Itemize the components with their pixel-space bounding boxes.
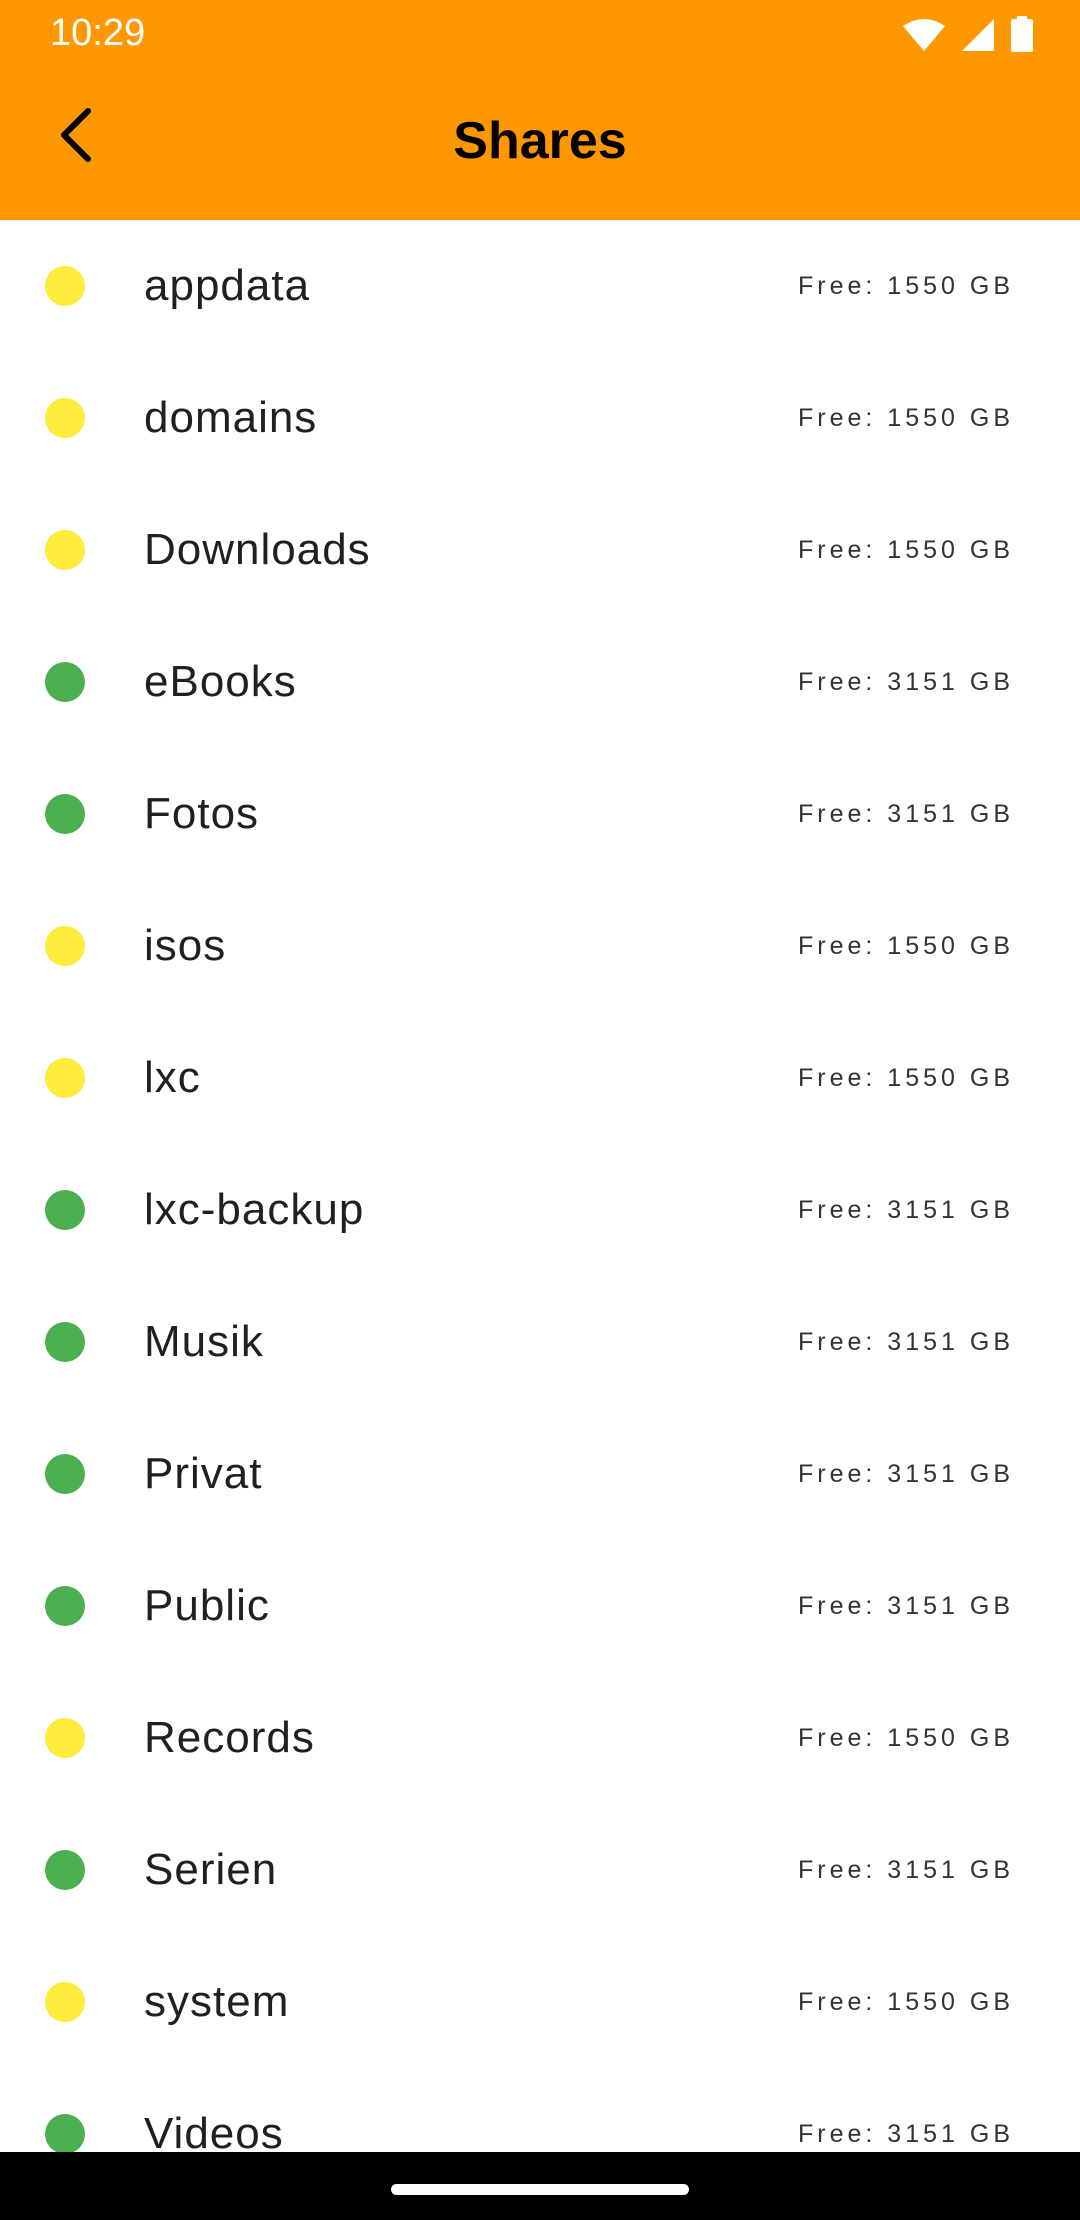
share-free-space: Free: 1550 GB [798, 932, 1014, 960]
share-status-dot [45, 1322, 85, 1362]
share-name: eBooks [144, 657, 297, 706]
share-list-item[interactable]: lxc Free: 1550 GB [0, 1012, 1080, 1144]
share-status-dot [45, 1454, 85, 1494]
share-list-item[interactable]: Downloads Free: 1550 GB [0, 484, 1080, 616]
share-status-dot [45, 926, 85, 966]
share-name: Fotos [144, 789, 260, 838]
share-free-space: Free: 1550 GB [798, 1988, 1014, 2016]
app-bar: 10:29 Shares [0, 0, 1080, 220]
share-name: Serien [144, 1845, 278, 1894]
share-free-space: Free: 3151 GB [798, 1592, 1014, 1620]
share-status-dot [45, 398, 85, 438]
share-name: Privat [144, 1449, 263, 1498]
share-status-dot [45, 1982, 85, 2022]
share-list-item[interactable]: Privat Free: 3151 GB [0, 1408, 1080, 1540]
page-title: Shares [453, 112, 627, 170]
share-list-item[interactable]: lxc-backup Free: 3151 GB [0, 1144, 1080, 1276]
share-free-space: Free: 3151 GB [798, 800, 1014, 828]
share-list-item[interactable]: Public Free: 3151 GB [0, 1540, 1080, 1672]
share-name: lxc [144, 1053, 201, 1102]
share-name: domains [144, 393, 318, 442]
share-list-item[interactable]: Serien Free: 3151 GB [0, 1804, 1080, 1936]
share-name: Public [144, 1581, 270, 1630]
share-name: isos [144, 921, 227, 970]
share-free-space: Free: 1550 GB [798, 1064, 1014, 1092]
cellular-signal-icon [960, 18, 996, 52]
share-name: system [144, 1977, 290, 2026]
share-list-item[interactable]: isos Free: 1550 GB [0, 880, 1080, 1012]
share-free-space: Free: 3151 GB [798, 668, 1014, 696]
share-free-space: Free: 3151 GB [798, 1460, 1014, 1488]
share-free-space: Free: 3151 GB [798, 1856, 1014, 1884]
battery-icon [1010, 16, 1034, 52]
share-list-item[interactable]: Records Free: 1550 GB [0, 1672, 1080, 1804]
status-bar: 10:29 [0, 0, 1080, 66]
share-status-dot [45, 1190, 85, 1230]
share-list-item[interactable]: appdata Free: 1550 GB [0, 220, 1080, 352]
share-free-space: Free: 1550 GB [798, 536, 1014, 564]
share-free-space: Free: 3151 GB [798, 1196, 1014, 1224]
status-icons [902, 14, 1034, 52]
share-list-item[interactable]: domains Free: 1550 GB [0, 352, 1080, 484]
share-status-dot [45, 1718, 85, 1758]
share-status-dot [45, 794, 85, 834]
share-status-dot [45, 530, 85, 570]
share-free-space: Free: 1550 GB [798, 272, 1014, 300]
share-name: appdata [144, 261, 311, 310]
share-name: lxc-backup [144, 1185, 365, 1234]
share-free-space: Free: 3151 GB [798, 1328, 1014, 1356]
share-status-dot [45, 266, 85, 306]
share-free-space: Free: 3151 GB [798, 2120, 1014, 2148]
share-free-space: Free: 1550 GB [798, 1724, 1014, 1752]
share-list-item[interactable]: Fotos Free: 3151 GB [0, 748, 1080, 880]
home-indicator[interactable] [391, 2184, 689, 2195]
share-name: Records [144, 1713, 315, 1762]
share-list-item[interactable]: Musik Free: 3151 GB [0, 1276, 1080, 1408]
navigation-bar [0, 2152, 1080, 2220]
share-name: Musik [144, 1317, 264, 1366]
share-list-item[interactable]: eBooks Free: 3151 GB [0, 616, 1080, 748]
share-status-dot [45, 1586, 85, 1626]
wifi-icon [902, 18, 946, 52]
share-free-space: Free: 1550 GB [798, 404, 1014, 432]
toolbar: Shares [0, 66, 1080, 220]
share-status-dot [45, 662, 85, 702]
share-status-dot [45, 1058, 85, 1098]
share-status-dot [45, 1850, 85, 1890]
share-list: appdata Free: 1550 GB domains Free: 1550… [0, 220, 1080, 2200]
share-list-item[interactable]: system Free: 1550 GB [0, 1936, 1080, 2068]
share-status-dot [45, 2114, 85, 2154]
status-time: 10:29 [50, 12, 146, 54]
share-name: Downloads [144, 525, 371, 574]
